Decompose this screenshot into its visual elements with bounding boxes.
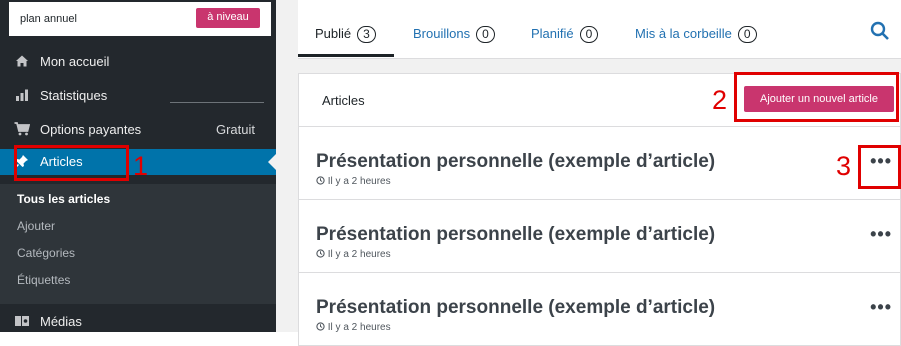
tab-label: Publié bbox=[315, 26, 352, 41]
articles-submenu: Tous les articles Ajouter Catégories Éti… bbox=[0, 184, 276, 304]
sidebar-item-label: Statistiques bbox=[40, 88, 108, 103]
media-icon bbox=[13, 309, 31, 335]
tab-label: Mis à la corbeille bbox=[635, 26, 732, 41]
more-options-icon[interactable]: ••• bbox=[870, 225, 892, 243]
clock-icon bbox=[316, 249, 325, 258]
post-row[interactable]: Présentation personnelle (exemple d’arti… bbox=[298, 272, 901, 346]
tab-count: 0 bbox=[737, 26, 757, 43]
sidebar-item-label: Médias bbox=[40, 314, 82, 329]
tab-count: 3 bbox=[357, 26, 376, 43]
tab-count: 0 bbox=[579, 26, 599, 43]
post-title[interactable]: Présentation personnelle (exemple d’arti… bbox=[316, 224, 715, 246]
sidebar-item-label: Mon accueil bbox=[40, 54, 110, 69]
annotation-number: 1 bbox=[133, 151, 149, 181]
sidebar-item-mon-accueil[interactable]: Mon accueil bbox=[0, 49, 276, 75]
status-tabs: Publié 3 Brouillons 0 Planifié 0 Mis à la c… bbox=[298, 0, 901, 59]
annotation-number: 2 bbox=[712, 85, 728, 115]
tab-publie[interactable]: Publié 3 bbox=[315, 24, 376, 44]
annotation-number: 3 bbox=[836, 151, 852, 181]
tab-active-underline bbox=[298, 54, 394, 57]
post-meta: Il y a 2 heures bbox=[316, 176, 391, 187]
post-title[interactable]: Présentation personnelle (exemple d’arti… bbox=[316, 151, 715, 173]
cart-icon bbox=[13, 117, 31, 143]
tab-corbeille[interactable]: Mis à la corbeille 0 bbox=[635, 24, 757, 44]
tab-count: 0 bbox=[476, 26, 495, 43]
post-time: Il y a 2 heures bbox=[327, 249, 391, 260]
post-meta: Il y a 2 heures bbox=[316, 249, 391, 260]
annotation-box-add-button bbox=[734, 72, 899, 122]
tab-label: Planifié bbox=[531, 26, 574, 41]
page-title: Articles bbox=[322, 93, 365, 108]
more-options-icon[interactable]: ••• bbox=[870, 298, 892, 316]
submenu-categories[interactable]: Catégories bbox=[17, 242, 75, 264]
sidebar-item-options-payantes[interactable]: Options payantes Gratuit bbox=[0, 117, 276, 143]
stats-sparkline bbox=[170, 102, 264, 103]
clock-icon bbox=[316, 322, 325, 331]
submenu-tous-les-articles[interactable]: Tous les articles bbox=[17, 188, 110, 210]
annotation-box-more-options bbox=[858, 145, 901, 189]
tab-brouillons[interactable]: Brouillons 0 bbox=[413, 24, 495, 44]
upgrade-box: plan annuel à niveau bbox=[9, 2, 271, 36]
submenu-etiquettes[interactable]: Étiquettes bbox=[17, 269, 70, 291]
post-meta: Il y a 2 heures bbox=[316, 322, 391, 333]
sidebar-item-label: Options payantes bbox=[40, 122, 142, 137]
upgrade-button[interactable]: à niveau bbox=[196, 8, 260, 28]
post-row[interactable]: Présentation personnelle (exemple d’arti… bbox=[298, 126, 901, 200]
main-content: Publié 3 Brouillons 0 Planifié 0 Mis à la c… bbox=[298, 0, 901, 346]
post-row[interactable]: Présentation personnelle (exemple d’arti… bbox=[298, 199, 901, 273]
badge-gratuit: Gratuit bbox=[215, 122, 255, 137]
bar-chart-icon bbox=[13, 83, 31, 109]
plan-label: plan annuel bbox=[20, 13, 77, 25]
search-icon[interactable] bbox=[869, 20, 891, 42]
active-indicator bbox=[268, 154, 276, 170]
sidebar-item-medias[interactable]: Médias bbox=[0, 309, 276, 335]
submenu-ajouter[interactable]: Ajouter bbox=[17, 215, 55, 237]
gutter bbox=[276, 0, 298, 332]
tab-planifie[interactable]: Planifié 0 bbox=[531, 24, 599, 44]
annotation-box-articles bbox=[14, 145, 129, 181]
post-time: Il y a 2 heures bbox=[327, 176, 391, 187]
tab-label: Brouillons bbox=[413, 26, 471, 41]
post-time: Il y a 2 heures bbox=[327, 322, 391, 333]
post-title[interactable]: Présentation personnelle (exemple d’arti… bbox=[316, 297, 715, 319]
sidebar-item-statistiques[interactable]: Statistiques bbox=[0, 83, 276, 109]
clock-icon bbox=[316, 176, 325, 185]
home-icon bbox=[13, 49, 31, 75]
